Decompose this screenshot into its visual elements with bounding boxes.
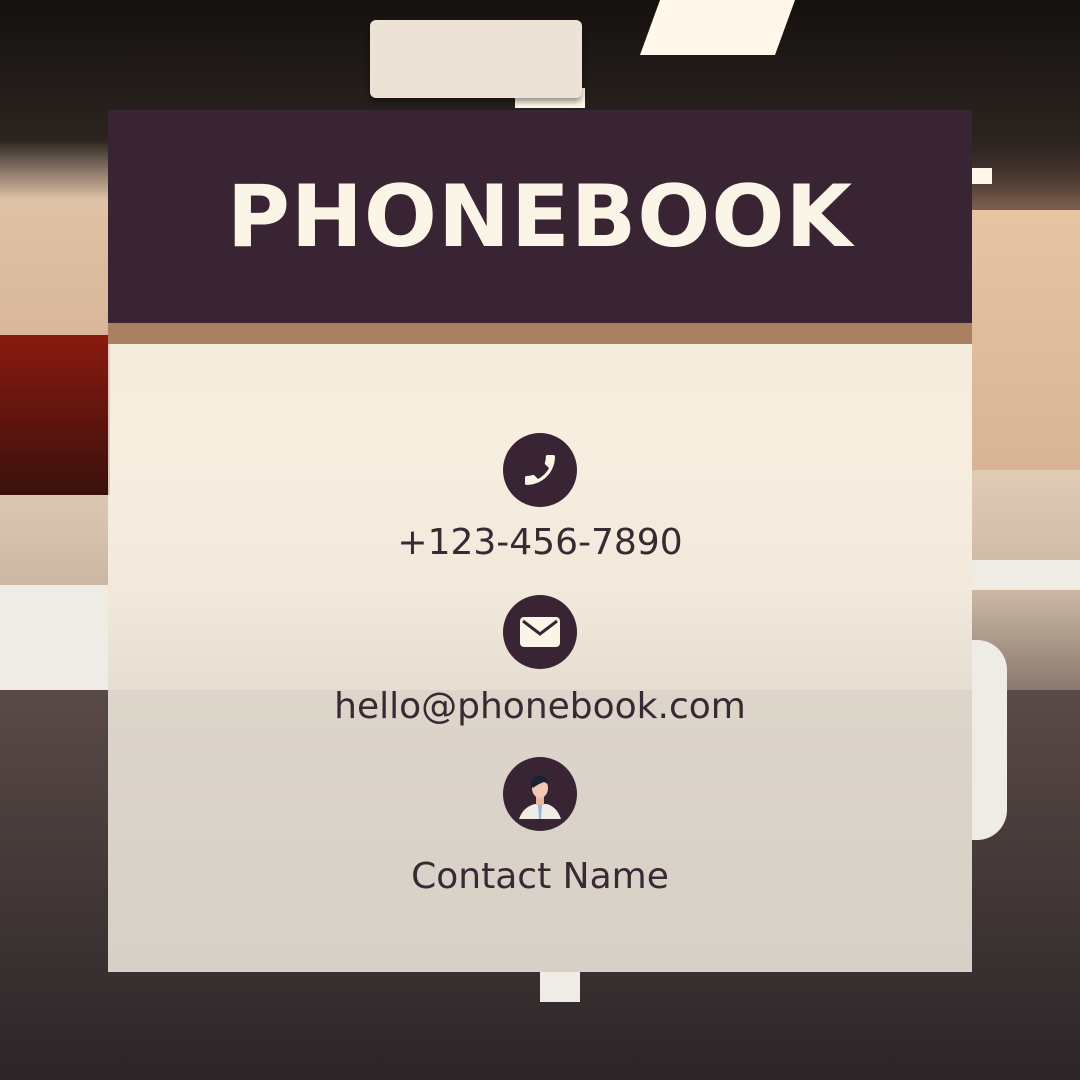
email-address: hello@phonebook.com	[334, 686, 746, 727]
header-banner: PHONEBOOK	[108, 110, 972, 323]
envelope-icon	[503, 595, 577, 669]
ceiling-light	[972, 168, 992, 184]
accent-band	[108, 323, 972, 344]
phone-icon	[503, 433, 577, 507]
ceiling-light	[639, 0, 796, 55]
bg-wall-right	[972, 210, 1080, 470]
phone-number: +123-456-7890	[397, 522, 683, 563]
bg-chair	[972, 640, 1007, 840]
avatar-icon	[503, 757, 577, 831]
bg-desk	[972, 560, 1080, 590]
page-title: PHONEBOOK	[226, 166, 854, 267]
bg-cabinet	[540, 972, 580, 1002]
bg-red-wall	[0, 335, 110, 495]
bg-cabinet	[0, 585, 108, 690]
contact-name: Contact Name	[411, 856, 669, 897]
air-conditioner	[370, 20, 582, 98]
